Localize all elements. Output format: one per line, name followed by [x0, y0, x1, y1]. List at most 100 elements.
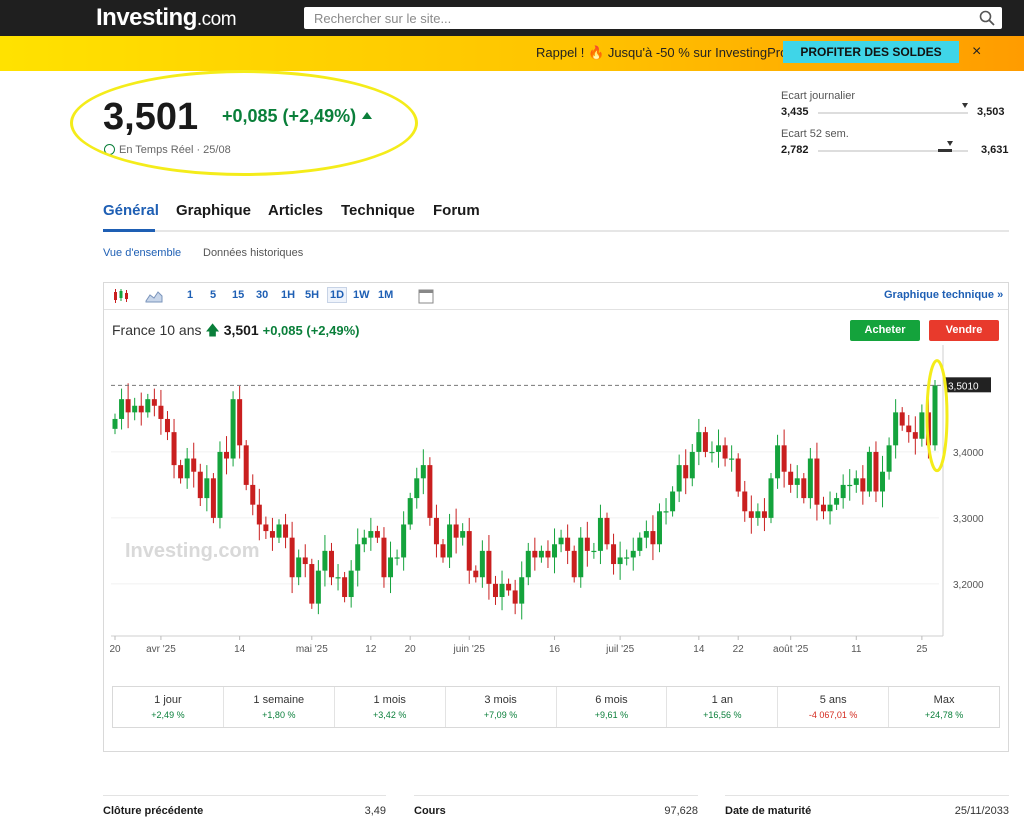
tab-general[interactable]: Général	[103, 202, 159, 219]
performance-cell[interactable]: 6 mois +9,61 %	[557, 687, 668, 727]
search-icon[interactable]	[978, 9, 996, 27]
candle-body	[112, 418, 118, 429]
candle-body	[322, 550, 328, 571]
candle-body	[794, 478, 800, 485]
candle-body	[237, 399, 243, 446]
tab-articles[interactable]: Articles	[268, 202, 323, 219]
promo-button[interactable]: PROFITER DES SOLDES	[783, 41, 959, 63]
timeframe-1w[interactable]: 1W	[353, 289, 370, 301]
candle-body	[361, 537, 367, 545]
x-tick-label: 16	[549, 644, 561, 655]
active-tab-indicator	[103, 229, 155, 232]
candle-body	[676, 465, 682, 492]
close-icon[interactable]: ×	[972, 43, 981, 61]
y-tick-label: 3,2000	[953, 580, 984, 591]
candle-body	[447, 524, 453, 558]
tab-graphique[interactable]: Graphique	[176, 202, 251, 219]
timeframe-1[interactable]: 1	[187, 289, 193, 301]
performance-cell[interactable]: 1 an +16,56 %	[667, 687, 779, 727]
timeframe-1h[interactable]: 1H	[281, 289, 295, 301]
candle-body	[702, 432, 708, 452]
tab-forum[interactable]: Forum	[433, 202, 480, 219]
timeframe-1m[interactable]: 1M	[378, 289, 393, 301]
candle-body	[256, 504, 262, 525]
area-chart-icon[interactable]	[145, 289, 163, 303]
candle-body	[466, 531, 472, 571]
timeframe-15[interactable]: 15	[232, 289, 244, 301]
performance-cell[interactable]: 1 semaine +1,80 %	[224, 687, 335, 727]
candle-body	[683, 465, 689, 479]
candle-body	[801, 478, 807, 499]
candlestick-icon[interactable]	[112, 288, 130, 304]
subtab-overview[interactable]: Vue d'ensemble	[103, 247, 181, 259]
sell-button[interactable]: Vendre	[929, 320, 999, 341]
candle-body	[670, 491, 676, 512]
timeframe-30[interactable]: 30	[256, 289, 268, 301]
candle-body	[132, 405, 138, 413]
candle-body	[368, 531, 374, 538]
candle-body	[729, 458, 735, 460]
candle-body	[499, 583, 505, 598]
up-arrow-icon: 🡅	[205, 322, 220, 338]
daily-range-bar	[818, 112, 968, 114]
candle-body	[479, 550, 485, 578]
candle-body	[250, 484, 256, 505]
candle-body	[217, 451, 223, 518]
candle-body	[381, 537, 387, 578]
detail-row: Clôture précédente 3,49	[103, 795, 386, 821]
candle-body	[374, 531, 380, 538]
week52-range-marker	[947, 141, 953, 146]
week52-high: 3,631	[981, 144, 1009, 156]
timeframe-1d[interactable]: 1D	[327, 287, 348, 303]
candle-body	[440, 544, 446, 558]
candle-body	[840, 484, 846, 499]
candle-body	[591, 550, 597, 553]
daily-low: 3,435	[781, 106, 809, 118]
candle-body	[433, 517, 439, 545]
timeframe-5h[interactable]: 5H	[305, 289, 319, 301]
performance-cell[interactable]: 5 ans -4 067,01 %	[778, 687, 890, 727]
search-input[interactable]: Rechercher sur le site...	[304, 7, 1002, 29]
last-price-label: 3,5010	[948, 381, 979, 392]
subtab-historical[interactable]: Données historiques	[203, 247, 303, 259]
candle-body	[906, 425, 912, 433]
candle-body	[578, 537, 584, 578]
detail-row: Date de maturité 25/11/2033	[725, 795, 1009, 821]
candle-body	[689, 451, 695, 479]
candle-body	[401, 524, 407, 558]
candle-body	[807, 458, 813, 499]
candle-body	[597, 517, 603, 551]
buy-button[interactable]: Acheter	[850, 320, 920, 341]
technical-chart-link[interactable]: Graphique technique »	[884, 289, 1003, 301]
performance-value: +16,56 %	[703, 710, 742, 720]
candle-body	[781, 445, 787, 472]
tab-technique[interactable]: Technique	[341, 202, 415, 219]
candle-body	[492, 583, 498, 598]
candle-body	[919, 412, 925, 439]
performance-value: +2,49 %	[151, 710, 185, 720]
candle-body	[164, 418, 170, 433]
performance-cell[interactable]: 3 mois +7,09 %	[446, 687, 557, 727]
performance-period: Max	[933, 694, 955, 706]
performance-cell[interactable]: Max +24,78 %	[889, 687, 999, 727]
investing-logo[interactable]: Investing.com	[96, 4, 237, 32]
x-tick-label: avr '25	[146, 644, 176, 655]
calendar-icon[interactable]	[418, 288, 434, 304]
candle-body	[263, 524, 269, 532]
candle-body	[269, 531, 275, 538]
timeframe-5[interactable]: 5	[210, 289, 216, 301]
performance-cell[interactable]: 1 mois +3,42 %	[335, 687, 446, 727]
top-navbar: Investing.com Rechercher sur le site...	[0, 0, 1024, 36]
candle-body	[558, 537, 564, 545]
performance-value: +9,61 %	[594, 710, 629, 720]
performance-cell[interactable]: 1 jour +2,49 %	[113, 687, 224, 727]
week52-range-label: Ecart 52 sem.	[781, 128, 849, 140]
candle-body	[388, 557, 394, 578]
x-tick-label: juil '25	[605, 644, 634, 655]
candle-body	[420, 465, 426, 479]
candle-body	[696, 432, 702, 452]
candle-body	[742, 491, 748, 512]
candle-body	[761, 511, 767, 518]
candle-body	[932, 385, 938, 446]
candle-body	[584, 537, 590, 551]
